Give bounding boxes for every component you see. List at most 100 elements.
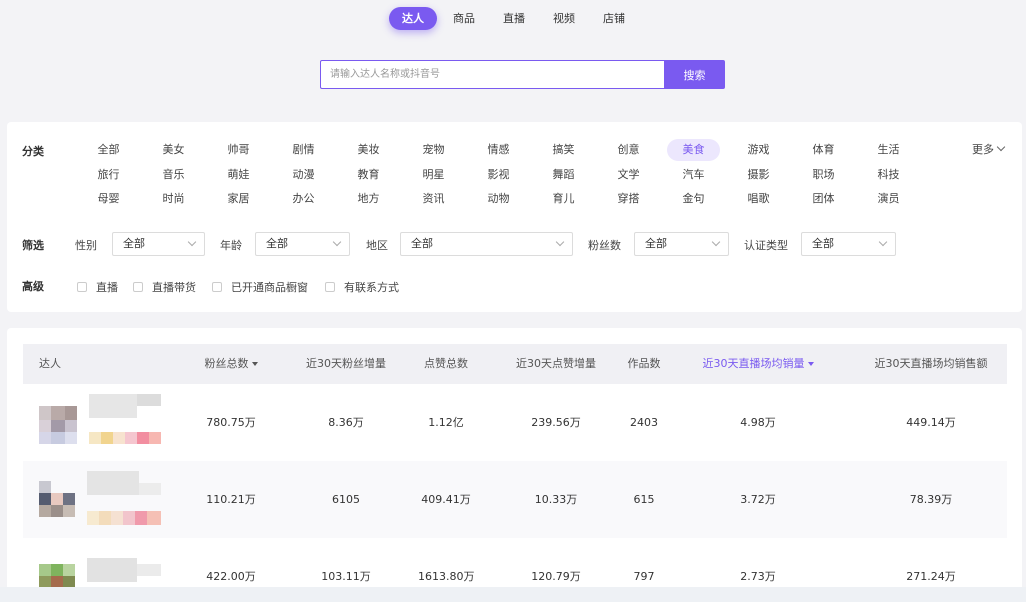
category-item[interactable]: 生活 xyxy=(862,139,915,161)
table-row[interactable]: 780.75万 8.36万 1.12亿 239.56万 2403 4.98万 4… xyxy=(23,384,1007,461)
cell-fans-30d: 8.36万 xyxy=(328,416,364,429)
category-item[interactable]: 穿搭 xyxy=(602,188,655,210)
cell-live-avg-sales: 4.98万 xyxy=(740,416,776,429)
category-item[interactable]: 时尚 xyxy=(147,188,200,210)
table-row[interactable]: 110.21万 6105 409.41万 10.33万 615 3.72万 78… xyxy=(23,461,1007,538)
category-item[interactable]: 科技 xyxy=(862,164,915,186)
checkbox-live[interactable]: 直播 xyxy=(77,279,118,295)
cell-works: 2403 xyxy=(630,416,658,429)
category-item[interactable]: 情感 xyxy=(472,139,525,161)
category-item[interactable]: 教育 xyxy=(342,164,395,186)
category-item[interactable]: 影视 xyxy=(472,164,525,186)
cell-live-avg-sales: 3.72万 xyxy=(740,493,776,506)
category-item[interactable]: 搞笑 xyxy=(537,139,590,161)
category-item[interactable]: 团体 xyxy=(797,188,850,210)
category-item[interactable]: 金句 xyxy=(667,188,720,210)
category-item[interactable]: 家居 xyxy=(212,188,265,210)
sort-desc-icon xyxy=(807,362,814,366)
checkbox-live-selling[interactable]: 直播带货 xyxy=(133,279,196,295)
cell-likes: 1.12亿 xyxy=(428,416,464,429)
screen-label: 筛选 xyxy=(22,239,44,252)
category-item[interactable]: 宠物 xyxy=(407,139,460,161)
fans-select-value: 全部 xyxy=(645,237,667,250)
region-select[interactable]: 全部 xyxy=(400,232,573,256)
category-item[interactable]: 体育 xyxy=(797,139,850,161)
tab-video[interactable]: 视频 xyxy=(541,7,587,30)
category-item[interactable]: 游戏 xyxy=(732,139,785,161)
column-header-label: 近30天直播场均销量 xyxy=(702,357,805,370)
category-item[interactable]: 摄影 xyxy=(732,164,785,186)
category-item[interactable]: 音乐 xyxy=(147,164,200,186)
category-item[interactable]: 动漫 xyxy=(277,164,330,186)
cell-likes-30d: 10.33万 xyxy=(534,493,578,506)
search-button[interactable]: 搜索 xyxy=(664,60,725,89)
tab-live[interactable]: 直播 xyxy=(491,7,537,30)
region-label: 地区 xyxy=(366,239,388,252)
checkbox-box[interactable] xyxy=(325,282,335,292)
avatar-blurred xyxy=(31,394,165,452)
gender-select[interactable]: 全部 xyxy=(112,232,205,256)
category-item[interactable]: 文学 xyxy=(602,164,655,186)
checkbox-box[interactable] xyxy=(212,282,222,292)
tab-product[interactable]: 商品 xyxy=(441,7,487,30)
checkbox-showcase[interactable]: 已开通商品橱窗 xyxy=(212,279,308,295)
category-item[interactable]: 全部 xyxy=(82,139,135,161)
category-item[interactable]: 育儿 xyxy=(537,188,590,210)
category-item[interactable]: 舞蹈 xyxy=(537,164,590,186)
category-item[interactable]: 剧情 xyxy=(277,139,330,161)
category-item[interactable]: 美女 xyxy=(147,139,200,161)
chevron-down-icon xyxy=(996,142,1006,152)
category-item[interactable]: 动物 xyxy=(472,188,525,210)
column-header-label: 粉丝总数 xyxy=(204,357,249,370)
verify-label: 认证类型 xyxy=(744,239,788,252)
advanced-label: 高级 xyxy=(22,280,44,293)
category-item[interactable]: 帅哥 xyxy=(212,139,265,161)
tab-influencer[interactable]: 达人 xyxy=(389,7,437,30)
checkbox-contact[interactable]: 有联系方式 xyxy=(325,279,399,295)
table-header: 达人 粉丝总数 近30天粉丝增量 点赞总数 近30天点赞增量 作品数 近30天直… xyxy=(23,344,1007,384)
category-item[interactable]: 萌娃 xyxy=(212,164,265,186)
influencer-table: 达人 粉丝总数 近30天粉丝增量 点赞总数 近30天点赞增量 作品数 近30天直… xyxy=(7,328,1022,602)
category-item[interactable]: 创意 xyxy=(602,139,655,161)
verify-select-value: 全部 xyxy=(812,237,834,250)
category-item[interactable]: 汽车 xyxy=(667,164,720,186)
category-item[interactable]: 明星 xyxy=(407,164,460,186)
column-header-live-avg-gmv[interactable]: 近30天直播场均销售额 xyxy=(859,344,1003,384)
category-item-selected[interactable]: 美食 xyxy=(667,139,720,161)
cell-fans: 780.75万 xyxy=(206,416,256,429)
gender-select-value: 全部 xyxy=(123,237,145,250)
category-item[interactable]: 办公 xyxy=(277,188,330,210)
column-header-fans[interactable]: 粉丝总数 xyxy=(195,344,267,384)
category-item[interactable]: 母婴 xyxy=(82,188,135,210)
filter-select-row: 筛选 性别 全部 年龄 全部 地区 全部 粉丝数 全部 认证类型 全部 xyxy=(7,232,1022,256)
gender-label: 性别 xyxy=(75,239,97,252)
category-item[interactable]: 唱歌 xyxy=(732,188,785,210)
column-header-likes-30d[interactable]: 近30天点赞增量 xyxy=(501,344,611,384)
age-select-value: 全部 xyxy=(266,237,288,250)
checkbox-label: 有联系方式 xyxy=(344,281,399,294)
category-item[interactable]: 职场 xyxy=(797,164,850,186)
fans-label: 粉丝数 xyxy=(588,239,621,252)
category-item[interactable]: 资讯 xyxy=(407,188,460,210)
age-select[interactable]: 全部 xyxy=(255,232,350,256)
chevron-down-icon xyxy=(332,237,342,247)
verify-select[interactable]: 全部 xyxy=(801,232,896,256)
category-item[interactable]: 地方 xyxy=(342,188,395,210)
chevron-down-icon xyxy=(878,237,888,247)
checkbox-box[interactable] xyxy=(77,282,87,292)
category-item[interactable]: 演员 xyxy=(862,188,915,210)
search-input[interactable] xyxy=(320,60,664,89)
category-item[interactable]: 美妆 xyxy=(342,139,395,161)
column-header-live-avg-sales[interactable]: 近30天直播场均销量 xyxy=(693,344,823,384)
checkbox-label: 直播 xyxy=(96,281,118,294)
fans-select[interactable]: 全部 xyxy=(634,232,729,256)
cell-live-avg-gmv: 78.39万 xyxy=(909,493,953,506)
column-header-fans-30d[interactable]: 近30天粉丝增量 xyxy=(291,344,401,384)
checkbox-box[interactable] xyxy=(133,282,143,292)
tab-shop[interactable]: 店铺 xyxy=(591,7,637,30)
more-categories-button[interactable]: 更多 xyxy=(972,141,1006,157)
column-header-works[interactable]: 作品数 xyxy=(626,344,662,384)
chevron-down-icon xyxy=(711,237,721,247)
category-item[interactable]: 旅行 xyxy=(82,164,135,186)
column-header-likes[interactable]: 点赞总数 xyxy=(418,344,474,384)
